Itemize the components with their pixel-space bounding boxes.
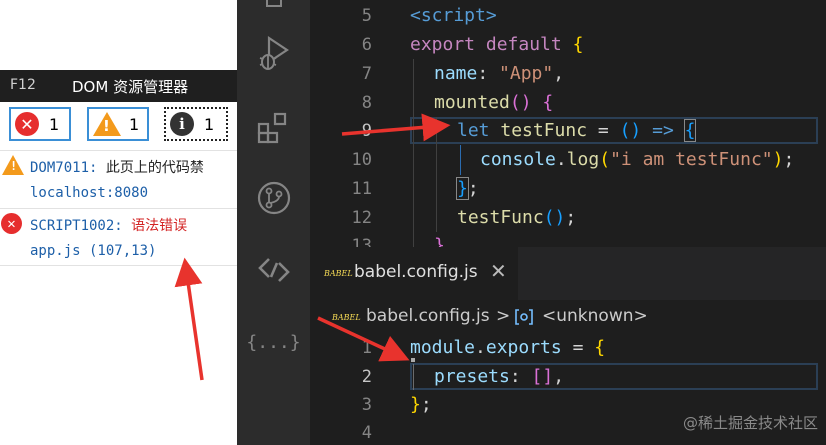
code-line-2: presets: [], — [434, 366, 565, 387]
code-line-7: name: "App", — [434, 63, 565, 84]
line-number: 5 — [361, 6, 372, 26]
console-filters: ✕ 1 ! 1 i 1 — [0, 102, 237, 148]
tab-f12[interactable]: F12 — [10, 77, 36, 93]
message-text: 此页上的代码禁 — [105, 160, 204, 176]
line-number: 13 — [351, 236, 372, 247]
editor-tab-bar: BABEL babel.config.js ✕ — [310, 247, 826, 300]
tab-label: babel.config.js — [354, 262, 478, 282]
error-icon: ✕ — [15, 112, 39, 136]
babel-file-icon: BABEL — [324, 269, 353, 278]
message-source-link[interactable]: localhost:8080 — [30, 185, 148, 201]
breadcrumb: BABEL babel.config.js > <unknown> — [310, 300, 826, 334]
line-number: 8 — [361, 93, 372, 113]
line-number: 1 — [361, 338, 372, 358]
editor-babel-config[interactable]: 1 2 3 4 module.exports = { presets: [], … — [310, 334, 826, 445]
message-source-link[interactable]: app.js (107,13) — [30, 243, 156, 259]
info-filter-button[interactable]: i 1 — [164, 107, 228, 141]
symbol-icon — [514, 309, 534, 330]
console-message-warning[interactable]: ! DOM7011: 此页上的代码禁 localhost:8080 — [0, 150, 237, 209]
breadcrumb-separator: > — [496, 306, 511, 326]
code-line-9: let testFunc = () => { — [457, 119, 697, 142]
breadcrumb-file[interactable]: babel.config.js — [366, 306, 490, 326]
tab-dom-explorer[interactable]: DOM 资源管理器 — [72, 76, 188, 97]
line-number: 11 — [351, 179, 372, 199]
console-message-error[interactable]: ✕ SCRIPT1002: 语法错误 app.js (107,13) — [0, 208, 237, 267]
tab-babel-config[interactable]: BABEL babel.config.js ✕ — [310, 247, 518, 300]
message-code: SCRIPT1002: — [30, 218, 123, 234]
devtools-panel: F12 DOM 资源管理器 ✕ 1 ! 1 i 1 ! DOM7011: 此页上… — [0, 0, 237, 445]
warning-count: 1 — [129, 114, 140, 134]
message-code: DOM7011: — [30, 160, 98, 176]
message-text: 语法错误 — [131, 218, 188, 234]
breadcrumb-symbol[interactable]: <unknown> — [542, 306, 648, 326]
warning-icon: ! — [2, 155, 24, 175]
code-line-11: }; — [456, 177, 479, 200]
devtools-tabbar: F12 DOM 资源管理器 — [0, 70, 237, 102]
line-number: 12 — [351, 208, 372, 228]
code-line-6: export default { — [410, 34, 584, 55]
line-number: 7 — [361, 64, 372, 84]
code-line-8: mounted() { — [434, 92, 554, 113]
code-line-3: }; — [410, 394, 432, 415]
info-count: 1 — [204, 114, 215, 134]
divider — [0, 265, 237, 266]
code-line-10: console.log("i am testFunc"); — [480, 149, 795, 170]
line-number: 6 — [361, 35, 372, 55]
code-line-5: <script> — [410, 5, 497, 26]
code-line-12: testFunc(); — [457, 207, 577, 228]
line-number: 3 — [361, 395, 372, 415]
extensions-icon[interactable] — [237, 100, 310, 156]
warning-icon: ! — [93, 112, 121, 136]
editor-app-vue[interactable]: 5 6 7 8 9 10 11 12 13 <script> export de… — [310, 0, 826, 247]
info-icon: i — [170, 112, 194, 136]
close-icon[interactable]: ✕ — [490, 259, 507, 283]
warning-filter-button[interactable]: ! 1 — [87, 107, 149, 141]
watermark: @稀土掘金技术社区 — [682, 414, 818, 432]
error-count: 1 — [49, 114, 60, 134]
line-number: 4 — [361, 423, 372, 443]
error-filter-button[interactable]: ✕ 1 — [9, 107, 71, 141]
line-number: 2 — [361, 367, 372, 387]
activity-bar: {...} — [237, 0, 310, 445]
run-debug-icon[interactable] — [237, 24, 310, 80]
line-number: 10 — [351, 150, 372, 170]
remote-icon[interactable] — [237, 242, 310, 298]
explorer-icon[interactable] — [237, 0, 310, 10]
code-line-13: } — [434, 235, 445, 247]
error-icon: ✕ — [1, 213, 22, 234]
source-control-icon[interactable] — [237, 170, 310, 226]
code-line-1: module.exports = { — [410, 337, 606, 358]
line-number: 9 — [361, 121, 372, 141]
json-icon[interactable]: {...} — [237, 314, 310, 370]
babel-file-icon: BABEL — [332, 313, 361, 322]
